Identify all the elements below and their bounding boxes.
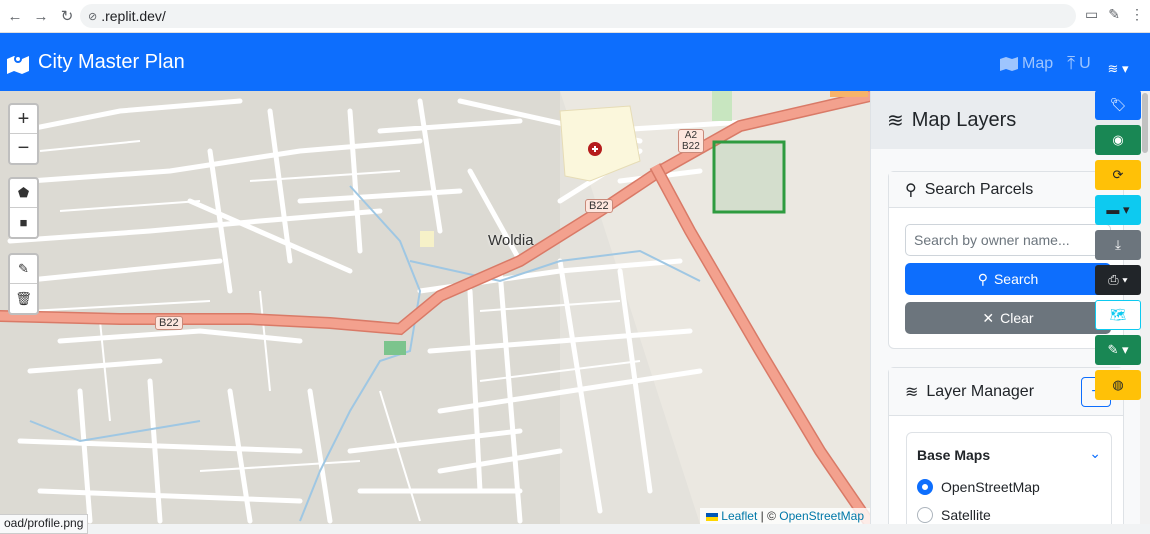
layer-manager-card: ≋ Layer Manager − Base Maps ⌄ OpenStreet… bbox=[888, 367, 1124, 524]
search-card-header: ⚲ Search Parcels bbox=[889, 172, 1123, 208]
download-icon: ⤓ bbox=[1115, 237, 1121, 252]
layer-manager-header: ≋ Layer Manager − bbox=[889, 368, 1123, 416]
status-bubble: oad/profile.png bbox=[0, 514, 89, 534]
eye-icon: ◉ bbox=[1112, 132, 1124, 147]
search-card-title: Search Parcels bbox=[924, 180, 1034, 198]
zoom-out-button[interactable]: − bbox=[10, 134, 37, 163]
map-icon bbox=[1000, 56, 1018, 71]
map-tool-button[interactable]: 🗺 bbox=[1095, 300, 1141, 330]
road-label: B22 bbox=[585, 199, 613, 213]
globe-icon: ◍ bbox=[1112, 377, 1124, 392]
layers-icon: ≋ bbox=[887, 109, 904, 132]
address-bar[interactable]: ⊘ .replit.dev/ bbox=[80, 4, 1076, 28]
zoom-control: + − bbox=[8, 103, 39, 165]
upload-icon: ⤒ bbox=[1067, 53, 1076, 73]
app-navbar: City Master Plan Map ⤒ U bbox=[0, 33, 1150, 91]
search-parcels-card: ⚲ Search Parcels Search by owner name...… bbox=[888, 171, 1124, 349]
close-icon: ✕ bbox=[982, 309, 995, 326]
draw-tool-button[interactable]: ✎ ▾ bbox=[1095, 335, 1141, 365]
print-icon: ⎙ ▾ bbox=[1108, 272, 1128, 287]
search-button[interactable]: ⚲ Search bbox=[905, 263, 1111, 295]
print-tool-button[interactable]: ⎙ ▾ bbox=[1095, 265, 1141, 295]
ruler-icon: ▬ ▾ bbox=[1106, 202, 1130, 217]
globe-tool-button[interactable]: ◍ bbox=[1095, 370, 1141, 400]
edit-layers-icon[interactable]: ✎ bbox=[10, 255, 37, 284]
sync-icon: ⟳ bbox=[1112, 167, 1124, 182]
tag-icon: 🏷 bbox=[1109, 97, 1127, 112]
nav-upload-link[interactable]: ⤒ U bbox=[1067, 53, 1091, 74]
map-icon: 🗺 bbox=[1109, 307, 1127, 322]
road-label-b22: B22 bbox=[682, 141, 700, 152]
leaflet-link[interactable]: Leaflet bbox=[721, 509, 757, 523]
base-maps-title: Base Maps bbox=[917, 447, 991, 463]
draw-rectangle-icon[interactable]: ■ bbox=[10, 208, 37, 237]
map-marked-icon bbox=[7, 54, 29, 74]
measure-tool-button[interactable]: ▬ ▾ bbox=[1095, 195, 1141, 225]
basemap-option-label: Satellite bbox=[941, 507, 991, 523]
nav-upload-label: U bbox=[1079, 54, 1091, 72]
road-label: A2 B22 bbox=[678, 129, 704, 153]
search-button-label: Search bbox=[993, 271, 1039, 287]
zoom-in-button[interactable]: + bbox=[10, 105, 37, 134]
url-text: .replit.dev/ bbox=[101, 8, 166, 24]
radio-unselected[interactable] bbox=[917, 507, 933, 523]
nav-map-label: Map bbox=[1022, 54, 1054, 72]
layers-tool-button[interactable]: ≋ ▾ bbox=[1095, 54, 1141, 84]
map-canvas[interactable]: B22 B22 A2 B22 Woldia + − ⬟ ■ ✎ 🗑 Leafle… bbox=[0, 91, 870, 524]
basemap-option-osm[interactable]: OpenStreetMap bbox=[917, 479, 1040, 495]
chevron-down-icon[interactable]: ⌄ bbox=[1089, 445, 1101, 462]
map-tiles bbox=[0, 91, 870, 524]
browser-chrome: ← → ↻ ⊘ .replit.dev/ ▭ ✎ ⋮ bbox=[0, 0, 1150, 33]
attribution-separator: | © bbox=[760, 509, 776, 523]
refresh-tool-button[interactable]: ⟳ bbox=[1095, 160, 1141, 190]
base-maps-panel: Base Maps ⌄ OpenStreetMap Satellite bbox=[906, 432, 1112, 524]
layers-icon: ≋ ▾ bbox=[1107, 61, 1129, 76]
cast-icon[interactable]: ▭ bbox=[1085, 6, 1098, 23]
app-title: City Master Plan bbox=[38, 51, 185, 73]
search-icon: ⚲ bbox=[905, 181, 917, 199]
brand[interactable]: City Master Plan bbox=[6, 51, 185, 74]
pencil-icon: ✎ ▾ bbox=[1107, 342, 1129, 357]
sidebar-title: Map Layers bbox=[911, 108, 1017, 131]
road-label: B22 bbox=[155, 316, 183, 330]
basemap-option-label: OpenStreetMap bbox=[941, 479, 1040, 495]
delete-layers-icon[interactable]: 🗑 bbox=[10, 284, 37, 313]
edit-control: ✎ 🗑 bbox=[8, 253, 39, 315]
tag-tool-button[interactable]: 🏷 bbox=[1095, 90, 1141, 120]
sidebar-scrollbar[interactable] bbox=[1140, 91, 1150, 524]
extensions-icon[interactable]: ✎ bbox=[1108, 6, 1120, 23]
draw-control: ⬟ ■ bbox=[8, 177, 39, 239]
nav-map-link[interactable]: Map bbox=[1000, 53, 1053, 74]
map-attribution: Leaflet | © OpenStreetMap bbox=[699, 508, 870, 524]
layer-manager-title: Layer Manager bbox=[926, 382, 1035, 400]
osm-link[interactable]: OpenStreetMap bbox=[779, 509, 864, 523]
scrollbar-thumb[interactable] bbox=[1142, 93, 1148, 153]
radio-selected[interactable] bbox=[917, 479, 933, 495]
basemap-option-satellite[interactable]: Satellite bbox=[917, 507, 991, 523]
owner-search-input[interactable]: Search by owner name... bbox=[905, 224, 1111, 256]
clear-button-label: Clear bbox=[1000, 310, 1034, 326]
visibility-tool-button[interactable]: ◉ bbox=[1095, 125, 1141, 155]
download-tool-button[interactable]: ⤓ bbox=[1095, 230, 1141, 260]
reload-icon[interactable]: ↻ bbox=[56, 5, 78, 27]
clear-button[interactable]: ✕ Clear bbox=[905, 302, 1111, 334]
layers-icon: ≋ bbox=[905, 383, 919, 401]
ukraine-flag-icon bbox=[705, 512, 718, 521]
search-icon: ⚲ bbox=[977, 270, 988, 287]
more-icon[interactable]: ⋮ bbox=[1130, 6, 1144, 23]
site-info-icon[interactable]: ⊘ bbox=[88, 10, 97, 23]
forward-icon[interactable]: → bbox=[30, 5, 52, 27]
city-label: Woldia bbox=[488, 232, 534, 249]
draw-polygon-icon[interactable]: ⬟ bbox=[10, 179, 37, 208]
back-icon[interactable]: ← bbox=[4, 5, 26, 27]
road-label-a2: A2 bbox=[684, 130, 698, 141]
